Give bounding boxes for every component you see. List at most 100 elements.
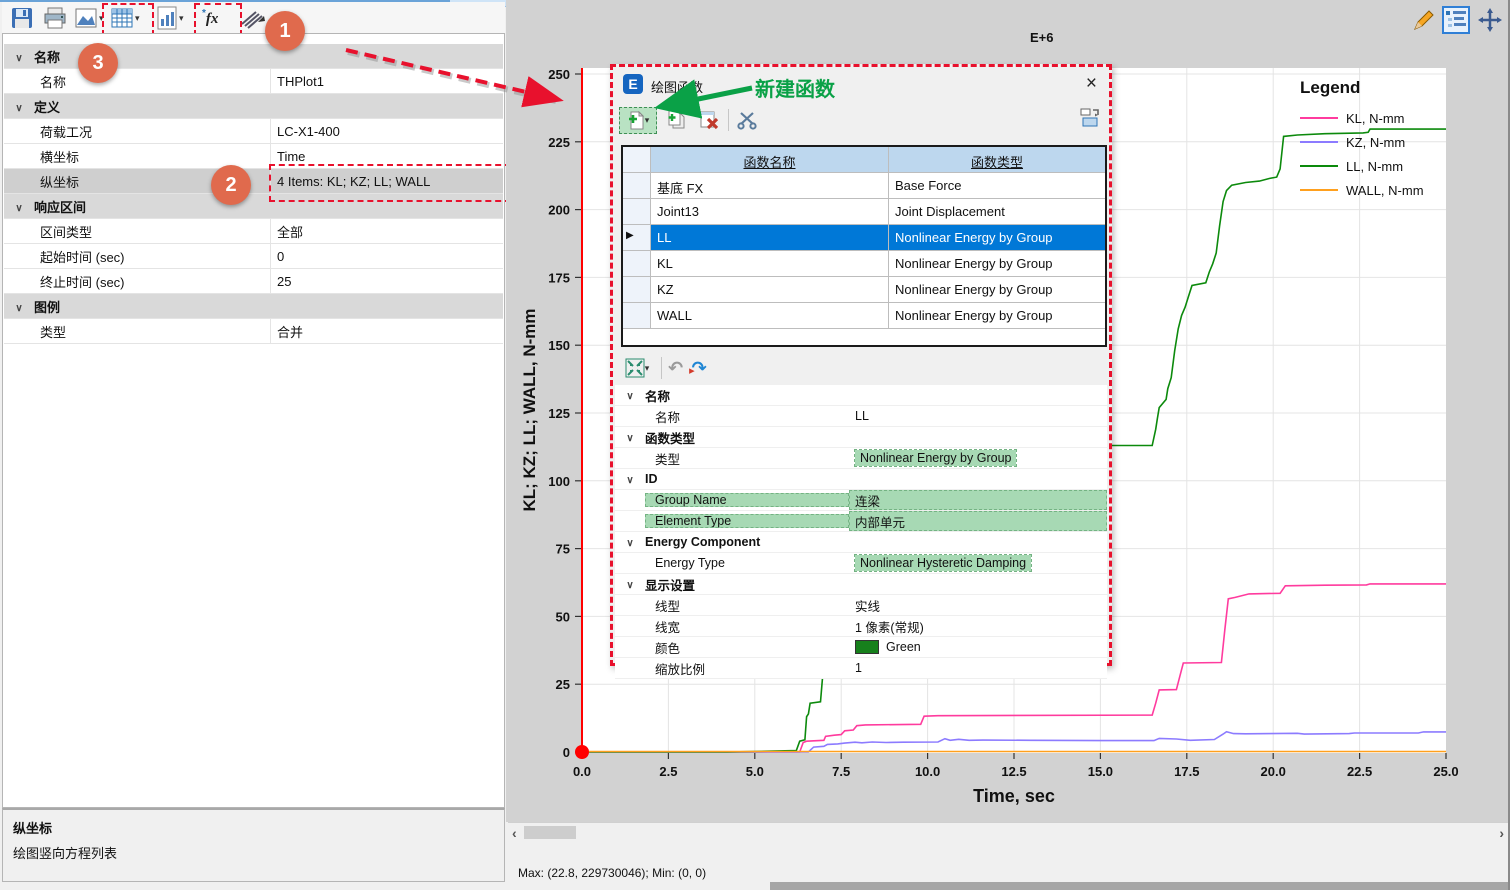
- chevron-down-icon: ∨: [626, 433, 633, 444]
- section-header[interactable]: ∨名称: [615, 385, 1107, 406]
- tree-list-icon: [1445, 9, 1467, 31]
- dialog-titlebar[interactable]: E 绘图函数 ×: [613, 67, 1109, 101]
- property-value-text: Nonlinear Energy by Group: [855, 450, 1016, 466]
- section-gutter: ∨: [4, 99, 34, 114]
- column-header[interactable]: 函数类型: [889, 147, 1105, 172]
- legend-label: LL, N-mm: [1346, 159, 1403, 174]
- legend-items: KL, N-mmKZ, N-mm LL, N-mm WALL, N-mm: [1300, 106, 1460, 202]
- property-row[interactable]: 纵坐标4 Items: KL; KZ; LL; WALL: [4, 169, 503, 194]
- property-label: Group Name: [645, 493, 849, 507]
- section-gutter: ∨: [615, 388, 645, 402]
- delete-function-button[interactable]: [695, 107, 723, 134]
- table-row[interactable]: Joint13Joint Displacement: [623, 199, 1105, 225]
- property-row[interactable]: 类型Nonlinear Energy by Group: [615, 448, 1107, 469]
- table-cell: KZ: [651, 277, 889, 302]
- add-function-icon: [627, 110, 645, 130]
- close-icon[interactable]: ×: [1086, 73, 1097, 95]
- property-row[interactable]: 终止时间 (sec)25: [4, 269, 503, 294]
- property-value: 内部单元: [849, 511, 1107, 531]
- edit-button[interactable]: [1410, 6, 1438, 34]
- section-header[interactable]: ∨响应区间: [4, 194, 503, 219]
- property-row[interactable]: 区间类型全部: [4, 219, 503, 244]
- table-cell: KL: [651, 251, 889, 276]
- horizontal-scrollbar[interactable]: ‹ ›: [508, 822, 1510, 843]
- property-row[interactable]: 起始时间 (sec)0: [4, 244, 503, 269]
- save-button[interactable]: [10, 5, 34, 31]
- scrollbar-thumb[interactable]: [524, 826, 576, 839]
- dialog-lower-toolbar: ▾ ↶ ▸↷: [619, 353, 707, 383]
- undo-icon[interactable]: ↶: [668, 358, 683, 379]
- property-value: 1 像素(常规): [849, 616, 1107, 636]
- section-header[interactable]: ∨定义: [4, 94, 503, 119]
- toolbar-separator: [661, 357, 662, 379]
- fit-view-button[interactable]: ▾: [619, 355, 655, 382]
- y-axis-title: KL; KZ; LL; WALL, N-mm: [520, 210, 540, 610]
- table-row[interactable]: WALLNonlinear Energy by Group: [623, 303, 1105, 329]
- function-table[interactable]: 函数名称函数类型基底 FXBase ForceJoint13Joint Disp…: [621, 145, 1107, 347]
- table-row[interactable]: KLNonlinear Energy by Group: [623, 251, 1105, 277]
- scroll-left-arrow[interactable]: ‹: [512, 825, 517, 841]
- scroll-right-arrow[interactable]: ›: [1499, 825, 1504, 841]
- property-value: Time: [270, 144, 503, 168]
- legend-item[interactable]: LL, N-mm: [1300, 154, 1460, 178]
- redo-button[interactable]: ▸↷: [689, 358, 707, 379]
- property-row[interactable]: 颜色Green: [615, 637, 1107, 658]
- redo-icon: ↷: [692, 358, 707, 379]
- table-row[interactable]: ▶LLNonlinear Energy by Group: [623, 225, 1105, 251]
- legend-item[interactable]: WALL, N-mm: [1300, 178, 1460, 202]
- chart-view-button[interactable]: ▾: [156, 5, 184, 31]
- svg-text:225: 225: [548, 135, 570, 150]
- copy-function-button[interactable]: [662, 107, 690, 134]
- legend-item[interactable]: KZ, N-mm: [1300, 130, 1460, 154]
- restore-panel-button[interactable]: [1079, 107, 1101, 134]
- property-row[interactable]: 荷载工况LC-X1-400: [4, 119, 503, 144]
- section-header[interactable]: ∨图例: [4, 294, 503, 319]
- pan-button[interactable]: [1476, 6, 1504, 34]
- description-text: 绘图竖向方程列表: [13, 843, 494, 862]
- column-header[interactable]: 函数名称: [651, 147, 889, 172]
- section-title: 图例: [34, 297, 60, 316]
- property-row[interactable]: 名称THPlot1: [4, 69, 503, 94]
- property-row[interactable]: Energy TypeNonlinear Hysteretic Damping: [615, 553, 1107, 574]
- tree-list-button[interactable]: [1442, 6, 1470, 34]
- plot-image-button[interactable]: ▾: [74, 5, 104, 31]
- section-gutter: ∨: [4, 199, 34, 214]
- table-row[interactable]: KZNonlinear Energy by Group: [623, 277, 1105, 303]
- legend-line-swatch: [1300, 117, 1338, 119]
- dropdown-caret-icon[interactable]: ▾: [645, 355, 650, 381]
- section-header[interactable]: ∨显示设置: [615, 574, 1107, 595]
- hatch-plot-button[interactable]: [240, 5, 266, 31]
- property-row[interactable]: 横坐标Time: [4, 144, 503, 169]
- property-value: 1: [849, 658, 1107, 678]
- section-header[interactable]: ∨ 函数类型: [615, 427, 1107, 448]
- legend-label: WALL, N-mm: [1346, 183, 1424, 198]
- modify-function-button[interactable]: [734, 107, 762, 134]
- property-value: 0: [270, 244, 503, 268]
- print-button[interactable]: [42, 5, 68, 31]
- row-header-cell: [623, 251, 651, 276]
- section-header[interactable]: ∨ID: [615, 469, 1107, 490]
- status-bar: Max: (22.8, 229730046); Min: (0, 0): [508, 842, 1510, 882]
- property-label: 缩放比例: [645, 659, 849, 678]
- section-gutter: ∨: [615, 430, 645, 444]
- section-title: 函数类型: [645, 428, 695, 447]
- dropdown-caret-icon[interactable]: ▾: [179, 5, 184, 31]
- dropdown-caret-icon[interactable]: ▾: [645, 107, 650, 133]
- property-value: Nonlinear Hysteretic Damping: [849, 553, 1107, 573]
- table-row[interactable]: 基底 FXBase Force: [623, 173, 1105, 199]
- legend-line-swatch: [1300, 141, 1338, 143]
- svg-text:50: 50: [556, 609, 570, 624]
- section-header[interactable]: ∨Energy Component: [615, 532, 1107, 553]
- property-value: LC-X1-400: [270, 119, 503, 143]
- property-row[interactable]: 名称LL: [615, 406, 1107, 427]
- property-row[interactable]: 线型实线: [615, 595, 1107, 616]
- property-row[interactable]: Element Type内部单元: [615, 511, 1107, 532]
- legend-item[interactable]: KL, N-mm: [1300, 106, 1460, 130]
- property-row[interactable]: 缩放比例1: [615, 658, 1107, 679]
- property-row[interactable]: 线宽1 像素(常规): [615, 616, 1107, 637]
- property-label: 名称: [34, 72, 270, 91]
- property-row[interactable]: 类型合并: [4, 319, 503, 344]
- property-row[interactable]: Group Name连梁: [615, 490, 1107, 511]
- highlight-box-table-button: [102, 3, 154, 36]
- add-function-button[interactable]: ▾: [619, 107, 657, 134]
